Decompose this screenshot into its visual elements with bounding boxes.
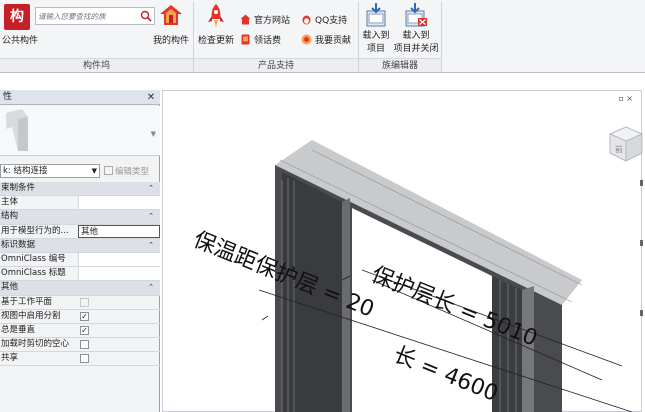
property-label: 总是垂直 bbox=[1, 324, 36, 335]
property-checkbox[interactable] bbox=[80, 354, 89, 364]
property-value[interactable]: 其他 bbox=[78, 224, 160, 238]
chevron-down-icon: ▼ bbox=[91, 167, 97, 175]
load-into-project-label-1: 载入到 bbox=[362, 31, 390, 41]
property-table: 束制条件 ⌃ 主体 结构 ⌃ 用于模型行为的... 其他 标识数据 ⌃ OmniClass 编号 O… bbox=[0, 182, 160, 367]
property-row[interactable]: 视图中启用分割 ✓ bbox=[0, 310, 160, 324]
load-and-close-label-2: 项目并关闭 bbox=[393, 44, 439, 54]
property-category[interactable]: 束制条件 ⌃ bbox=[0, 182, 160, 197]
contribute-label: 我要贡献 bbox=[315, 36, 352, 46]
property-row[interactable]: 总是垂直 ✓ bbox=[0, 324, 160, 339]
collapse-chevron-icon[interactable]: ⌃ bbox=[148, 239, 154, 252]
load-into-project-and-close-button[interactable]: 载入到 项目并关闭 bbox=[393, 3, 439, 54]
official-site-label: 官方网站 bbox=[254, 16, 291, 26]
my-components-button[interactable]: 我的构件 bbox=[150, 3, 192, 46]
public-components-button[interactable]: 公共构件 bbox=[2, 33, 38, 46]
type-preview-dropdown-icon[interactable]: ▼ bbox=[151, 130, 156, 138]
load-into-project-label-2: 项目 bbox=[366, 44, 385, 54]
property-label: OmniClass 编号 bbox=[1, 253, 66, 264]
property-category-label: 束制条件 bbox=[1, 183, 36, 193]
property-checkbox[interactable]: ✓ bbox=[80, 311, 89, 321]
group-title-components: 构件坞 bbox=[0, 58, 193, 72]
property-label: 基于工作平面 bbox=[1, 296, 53, 307]
ribbon: 构 公共构件 我的构件 检查更新 官方网站 QQ支持 领话费 bbox=[0, 0, 645, 73]
properties-panel: 性 ✕ ▼ k: 结构连接 ▼ 编辑类型 束制条件 ⌃ 主体 结构 ⌃ 用于模型行为的..… bbox=[0, 90, 160, 412]
check-update-label: 检查更新 bbox=[197, 36, 234, 46]
close-icon[interactable]: ✕ bbox=[145, 90, 157, 105]
load-and-close-icon bbox=[405, 3, 427, 27]
my-components-label: 我的构件 bbox=[152, 36, 189, 46]
properties-title: 性 bbox=[3, 92, 13, 102]
property-label: 加载时剪切的空心 bbox=[1, 339, 70, 350]
home-icon bbox=[240, 14, 251, 25]
load-into-project-button[interactable]: 载入到 项目 bbox=[360, 3, 392, 54]
property-row[interactable]: OmniClass 标题 bbox=[0, 267, 160, 282]
property-checkbox[interactable]: ✓ bbox=[80, 325, 89, 335]
contribute-icon bbox=[301, 34, 312, 45]
collapse-chevron-icon[interactable]: ⌃ bbox=[148, 210, 154, 223]
drawing-viewport[interactable]: ▫ × 前 保温距保护层 = 20 保护层长 = 5010 长 = 4600 bbox=[162, 90, 645, 412]
property-row[interactable]: 基于工作平面 bbox=[0, 296, 160, 310]
edit-type-label: 编辑类型 bbox=[115, 167, 150, 177]
group-title-product-support: 产品支持 bbox=[194, 58, 358, 72]
ribbon-separator bbox=[441, 2, 442, 72]
search-box[interactable] bbox=[35, 7, 155, 25]
qq-support-label: QQ支持 bbox=[315, 16, 348, 26]
family-type-preview-icon bbox=[6, 109, 28, 151]
collapse-chevron-icon[interactable]: ⌃ bbox=[148, 281, 154, 294]
property-row[interactable]: OmniClass 编号 bbox=[0, 252, 160, 268]
property-category[interactable]: 其他 ⌃ bbox=[0, 281, 160, 296]
edit-type-button[interactable]: 编辑类型 bbox=[104, 165, 149, 177]
group-title-family-editor: 族编辑器 bbox=[359, 58, 441, 72]
qq-support-button[interactable]: QQ支持 bbox=[301, 14, 347, 28]
property-label: 主体 bbox=[1, 197, 19, 208]
gouku-logo-icon[interactable]: 构 bbox=[4, 4, 30, 30]
rocket-icon bbox=[208, 4, 224, 27]
component-house-icon bbox=[160, 5, 182, 25]
load-and-close-label-1: 载入到 bbox=[402, 31, 430, 41]
property-label: 视图中启用分割 bbox=[1, 310, 61, 321]
qq-penguin-icon bbox=[302, 15, 311, 25]
property-row[interactable]: 主体 bbox=[0, 196, 160, 211]
property-row[interactable]: 共享 bbox=[0, 352, 160, 367]
property-category-label: 其他 bbox=[1, 282, 19, 293]
collect-fee-label: 领话费 bbox=[254, 36, 282, 46]
edit-type-icon bbox=[104, 166, 113, 175]
property-row[interactable]: 用于模型行为的... 其他 bbox=[0, 224, 160, 239]
property-value[interactable] bbox=[78, 196, 160, 210]
property-category[interactable]: 标识数据 ⌃ bbox=[0, 238, 160, 253]
property-checkbox[interactable] bbox=[80, 297, 89, 307]
property-label: 用于模型行为的... bbox=[1, 225, 69, 236]
load-into-project-icon bbox=[366, 3, 386, 27]
property-label: 共享 bbox=[1, 353, 19, 364]
property-category-label: 标识数据 bbox=[1, 239, 36, 250]
type-selector-value: k: 结构连接 bbox=[3, 166, 48, 176]
property-row[interactable]: 加载时剪切的空心 bbox=[0, 338, 160, 353]
search-input[interactable] bbox=[38, 9, 138, 23]
contribute-button[interactable]: 我要贡献 bbox=[301, 34, 351, 48]
property-checkbox[interactable] bbox=[80, 340, 89, 350]
official-site-button[interactable]: 官方网站 bbox=[240, 14, 290, 28]
property-category-label: 结构 bbox=[1, 211, 19, 222]
property-value[interactable] bbox=[78, 252, 160, 266]
property-value[interactable] bbox=[78, 267, 160, 281]
properties-title-bar: 性 ✕ bbox=[0, 90, 160, 105]
check-update-button[interactable]: 检查更新 bbox=[195, 3, 237, 46]
type-preview: ▼ bbox=[0, 106, 160, 156]
collapse-chevron-icon[interactable]: ⌃ bbox=[148, 182, 154, 195]
property-label: OmniClass 标题 bbox=[1, 268, 66, 279]
collect-fee-button[interactable]: 领话费 bbox=[240, 34, 281, 48]
phone-card-icon bbox=[241, 34, 250, 45]
type-selector[interactable]: k: 结构连接 ▼ bbox=[0, 164, 100, 178]
property-category[interactable]: 结构 ⌃ bbox=[0, 210, 160, 225]
model-3d-view: 保温距保护层 = 20 保护层长 = 5010 长 = 4600 bbox=[190, 140, 633, 412]
